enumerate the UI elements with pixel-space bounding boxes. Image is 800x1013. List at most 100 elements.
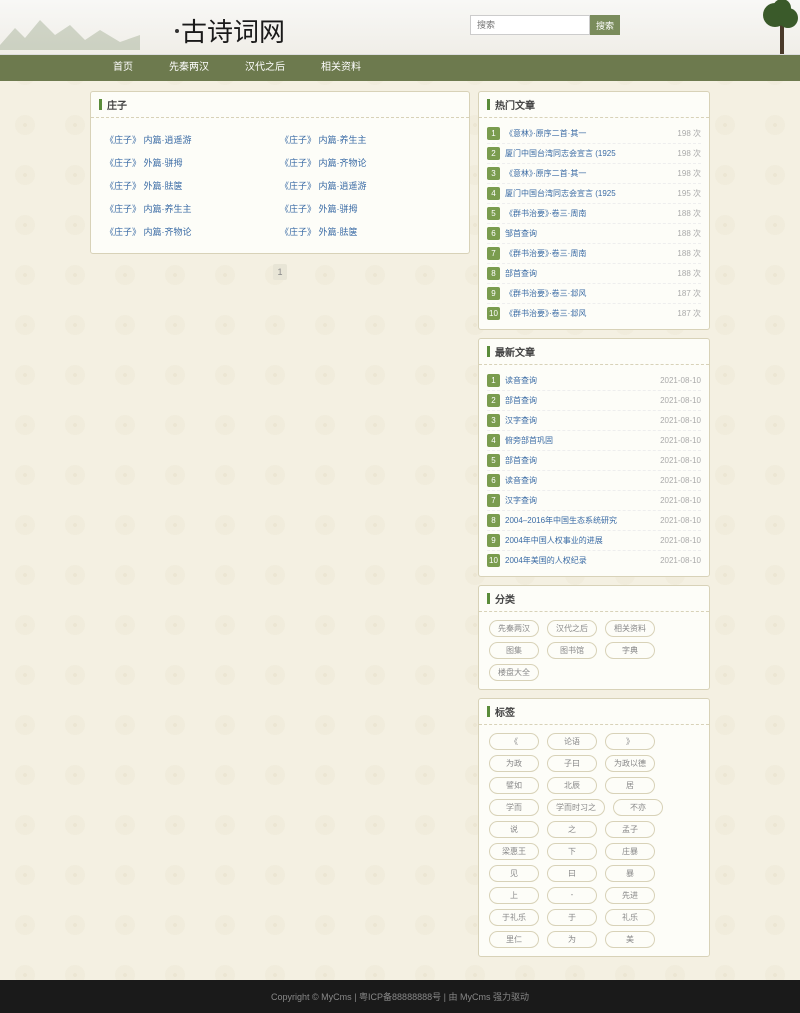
side-meta: 2021-08-10 — [660, 416, 701, 425]
side-meta: 198 次 — [677, 128, 701, 139]
side-link[interactable]: 2004年中国人权事业的进展 — [505, 535, 660, 546]
footer-icp[interactable]: 粤ICP备88888888号 — [359, 992, 441, 1002]
tag-item[interactable]: 先进 — [605, 887, 655, 904]
tag-item[interactable]: 学而时习之 — [547, 799, 605, 816]
side-link[interactable]: 汉字查询 — [505, 495, 660, 506]
tags-title: 标签 — [495, 704, 515, 719]
side-link[interactable]: 汉字查询 — [505, 415, 660, 426]
category-tag[interactable]: 汉代之后 — [547, 620, 597, 637]
side-meta: 2021-08-10 — [660, 516, 701, 525]
side-link[interactable]: 读音查询 — [505, 375, 660, 386]
latest-panel: 最新文章 1读音查询2021-08-102部首查询2021-08-103汉字查询… — [478, 338, 710, 577]
side-meta: 2021-08-10 — [660, 476, 701, 485]
article-link[interactable]: 《庄子》 外篇·胠箧 — [105, 181, 183, 191]
tag-item[interactable]: 曰 — [547, 865, 597, 882]
side-row: 3《意林》·原序二首·其一198 次 — [487, 164, 701, 184]
side-link[interactable]: 2004年美国的人权纪录 — [505, 555, 660, 566]
footer-by: 由 MyCms 强力驱动 — [448, 992, 529, 1002]
tag-item[interactable]: 之 — [547, 821, 597, 838]
categories-title: 分类 — [495, 591, 515, 606]
nav-item[interactable]: 首页 — [95, 55, 151, 81]
article-link[interactable]: 《庄子》 内篇·养生主 — [105, 204, 192, 214]
side-link[interactable]: 《意林》·原序二首·其一 — [505, 128, 677, 139]
tag-item[interactable]: 暴 — [605, 865, 655, 882]
category-tag[interactable]: 相关资料 — [605, 620, 655, 637]
category-tag[interactable]: 字典 — [605, 642, 655, 659]
tag-item[interactable]: 北辰 — [547, 777, 597, 794]
tag-item[interactable]: 庄暴 — [605, 843, 655, 860]
article-link[interactable]: 《庄子》 外篇·骈拇 — [280, 204, 358, 214]
article-link[interactable]: 《庄子》 内篇·逍遥游 — [105, 135, 192, 145]
tag-item[interactable]: 居 — [605, 777, 655, 794]
side-link[interactable]: 部首查询 — [505, 395, 660, 406]
header: 古诗词网 搜索 — [0, 0, 800, 55]
side-link[interactable]: 2004–2016年中国生态系统研究 — [505, 515, 660, 526]
category-tag[interactable]: 先秦两汉 — [489, 620, 539, 637]
side-link[interactable]: 《群书治要》·卷三·邶风 — [505, 308, 677, 319]
tag-item[interactable]: 美 — [605, 931, 655, 948]
tag-item[interactable]: 《 — [489, 733, 539, 750]
side-meta: 187 次 — [677, 288, 701, 299]
tag-item[interactable]: 上 — [489, 887, 539, 904]
side-meta: 2021-08-10 — [660, 396, 701, 405]
nav-item[interactable]: 相关资料 — [303, 55, 379, 81]
side-link[interactable]: 《群书治要》·卷三·周南 — [505, 248, 677, 259]
side-link[interactable]: 厦门中国台湾同志会宣言 (1925 — [505, 188, 677, 199]
nav-item[interactable]: 先秦两汉 — [151, 55, 227, 81]
page-current[interactable]: 1 — [273, 264, 287, 280]
side-row: 2 部首查询2021-08-10 — [487, 391, 701, 411]
side-row: 1《意林》·原序二首·其一198 次 — [487, 124, 701, 144]
side-meta: 188 次 — [677, 228, 701, 239]
search-button[interactable]: 搜索 — [590, 15, 620, 35]
site-logo[interactable]: 古诗词网 — [175, 12, 285, 49]
tag-item[interactable]: 里仁 — [489, 931, 539, 948]
article-link[interactable]: 《庄子》 外篇·胠箧 — [280, 227, 358, 237]
side-link[interactable]: 厦门中国台湾同志会宣言 (1925 — [505, 148, 677, 159]
tag-item[interactable]: 礼乐 — [605, 909, 655, 926]
tag-item[interactable]: 为政以德 — [605, 755, 655, 772]
tag-item[interactable]: 为 — [547, 931, 597, 948]
tag-item[interactable]: 学而 — [489, 799, 539, 816]
tags-panel: 标签 《论语》为政子曰为政以德譬如北辰居学而学而时习之不亦说之孟子梁惠王下庄暴见… — [478, 698, 710, 957]
tag-item[interactable]: 不亦 — [613, 799, 663, 816]
tag-item[interactable]: 孟子 — [605, 821, 655, 838]
rank-badge: 3 — [487, 414, 500, 427]
category-tag[interactable]: 图集 — [489, 642, 539, 659]
tag-item[interactable]: 下 — [547, 843, 597, 860]
side-link[interactable]: 读音查询 — [505, 475, 660, 486]
tag-item[interactable]: 于礼乐 — [489, 909, 539, 926]
side-link[interactable]: 部首查询 — [505, 455, 660, 466]
side-link[interactable]: 部首查询 — [505, 268, 677, 279]
side-link[interactable]: 《意林》·原序二首·其一 — [505, 168, 677, 179]
category-tag[interactable]: 楼盘大全 — [489, 664, 539, 681]
side-link[interactable]: 《群书治要》·卷三·周南 — [505, 208, 677, 219]
article-link[interactable]: 《庄子》 内篇·养生主 — [280, 135, 367, 145]
article-link[interactable]: 《庄子》 外篇·骈拇 — [105, 158, 183, 168]
main-title: 庄子 — [107, 97, 127, 112]
tag-item[interactable]: - — [547, 887, 597, 904]
tag-item[interactable]: 说 — [489, 821, 539, 838]
tag-item[interactable]: 论语 — [547, 733, 597, 750]
category-tag[interactable]: 图书馆 — [547, 642, 597, 659]
article-link[interactable]: 《庄子》 内篇·齐物论 — [105, 227, 192, 237]
tag-item[interactable]: 梁惠王 — [489, 843, 539, 860]
rank-badge: 2 — [487, 147, 500, 160]
tag-item[interactable]: 为政 — [489, 755, 539, 772]
search-input[interactable] — [470, 15, 590, 35]
tag-item[interactable]: 譬如 — [489, 777, 539, 794]
tag-item[interactable]: 于 — [547, 909, 597, 926]
article-link[interactable]: 《庄子》 内篇·齐物论 — [280, 158, 367, 168]
rank-badge: 8 — [487, 267, 500, 280]
tag-item[interactable]: 》 — [605, 733, 655, 750]
search-box: 搜索 — [470, 15, 620, 35]
hot-title: 热门文章 — [495, 97, 535, 112]
side-link[interactable]: 《群书治要》·卷三·邶风 — [505, 288, 677, 299]
tag-item[interactable]: 见 — [489, 865, 539, 882]
article-link[interactable]: 《庄子》 内篇·逍遥游 — [280, 181, 367, 191]
side-link[interactable]: 邹首查询 — [505, 228, 677, 239]
rank-badge: 2 — [487, 394, 500, 407]
tag-item[interactable]: 子曰 — [547, 755, 597, 772]
mountain-art — [0, 10, 140, 50]
nav-item[interactable]: 汉代之后 — [227, 55, 303, 81]
side-link[interactable]: 俯旁部首巩固 — [505, 435, 660, 446]
